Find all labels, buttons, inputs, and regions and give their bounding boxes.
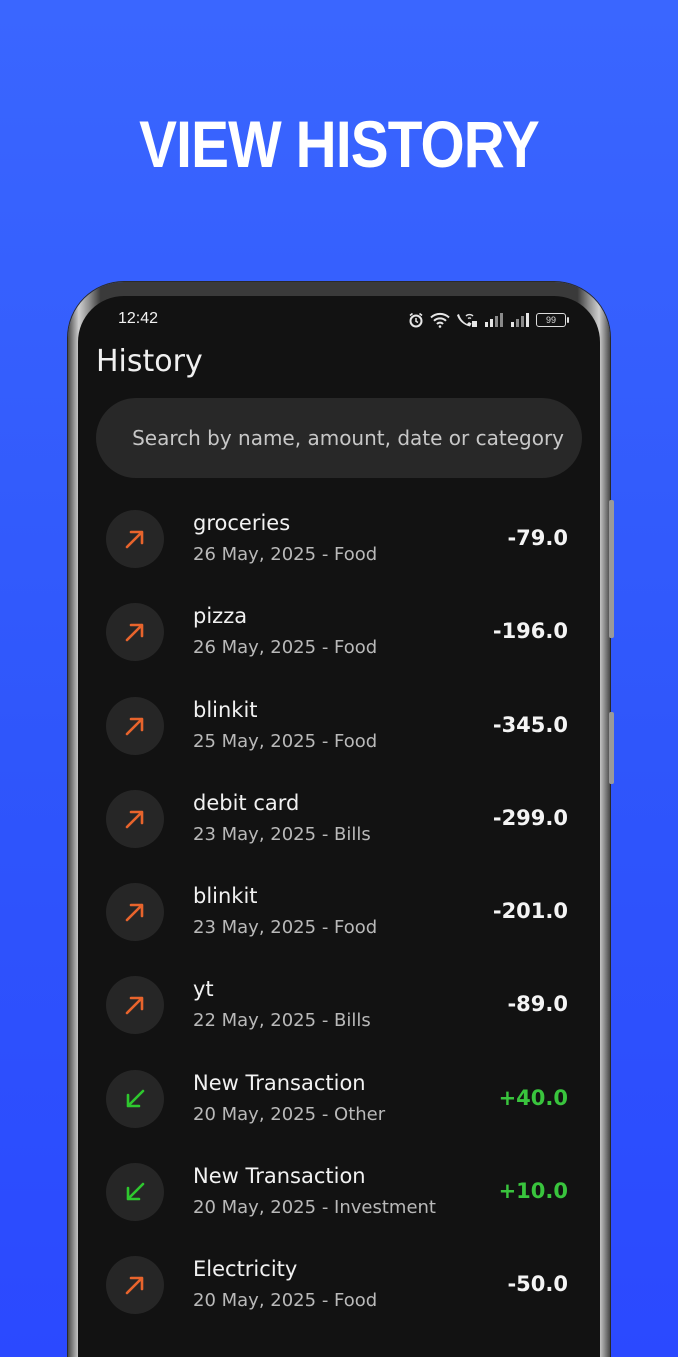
- promo-headline: VIEW HISTORY: [139, 107, 540, 181]
- transaction-amount: -196.0: [492, 619, 568, 644]
- transaction-amount: -89.0: [507, 992, 568, 1017]
- transaction-meta: 23 May, 2025 - Bills: [193, 823, 371, 845]
- arrow-up-right-icon: [106, 1256, 164, 1315]
- transaction-list: groceries 26 May, 2025 - Food -79.0 pizz…: [78, 494, 600, 1334]
- transaction-name: groceries: [193, 511, 291, 535]
- transaction-row[interactable]: Electricity 20 May, 2025 - Food -50.0: [78, 1240, 600, 1333]
- transaction-row[interactable]: blinkit 23 May, 2025 - Food -201.0: [78, 867, 600, 960]
- status-time: 12:42: [118, 310, 159, 327]
- alarm-icon: [408, 312, 424, 328]
- power-button: [609, 712, 614, 784]
- battery-icon: 99: [536, 313, 569, 327]
- status-icons: 99: [408, 312, 569, 328]
- arrow-up-right-icon: [106, 603, 164, 662]
- transaction-amount: -50.0: [507, 1272, 568, 1297]
- transaction-meta: 23 May, 2025 - Food: [193, 917, 378, 939]
- transaction-meta: 20 May, 2025 - Food: [193, 1290, 378, 1312]
- arrow-up-right-icon: [106, 696, 164, 755]
- arrow-up-right-icon: [106, 976, 164, 1035]
- transaction-name: blinkit: [193, 697, 258, 722]
- transaction-name: New Transaction: [193, 1070, 366, 1095]
- transaction-meta: 20 May, 2025 - Other: [193, 1103, 386, 1125]
- transaction-amount: -299.0: [492, 805, 568, 830]
- status-bar: 12:42 99: [78, 310, 600, 334]
- search-input[interactable]: [96, 398, 582, 478]
- transaction-row[interactable]: debit card 23 May, 2025 - Bills -299.0: [78, 774, 600, 867]
- transaction-amount: +10.0: [498, 1179, 568, 1204]
- transaction-name: debit card: [193, 790, 300, 815]
- transaction-row[interactable]: New Transaction 20 May, 2025 - Investmen…: [78, 1147, 600, 1240]
- page-title: History: [96, 344, 203, 379]
- transaction-row[interactable]: blinkit 25 May, 2025 - Food -345.0: [78, 681, 600, 774]
- transaction-row[interactable]: yt 22 May, 2025 - Bills -89.0: [78, 960, 600, 1053]
- arrow-up-right-icon: [106, 883, 164, 942]
- transaction-meta: 20 May, 2025 - Investment: [193, 1197, 436, 1219]
- volume-button: [609, 500, 614, 638]
- transaction-name: pizza: [193, 604, 248, 629]
- transaction-name: New Transaction: [193, 1164, 366, 1189]
- transaction-amount: -345.0: [492, 712, 568, 737]
- arrow-up-right-icon: [106, 789, 164, 848]
- signal-icon: [510, 313, 530, 327]
- transaction-row[interactable]: pizza 26 May, 2025 - Food -196.0: [78, 587, 600, 680]
- transaction-amount: +40.0: [498, 1085, 568, 1110]
- arrow-down-left-icon: [106, 1163, 164, 1222]
- phone-screen: 12:42 99 History groceries 26 May,: [78, 296, 600, 1357]
- transaction-row[interactable]: New Transaction 20 May, 2025 - Other +40…: [78, 1054, 600, 1147]
- search-bar[interactable]: [96, 398, 582, 478]
- transaction-name: blinkit: [193, 884, 258, 909]
- arrow-down-left-icon: [106, 1069, 164, 1128]
- wifi-call-icon: [456, 312, 478, 328]
- signal-icon: [484, 313, 504, 327]
- transaction-name: yt: [193, 977, 214, 1002]
- transaction-meta: 22 May, 2025 - Bills: [193, 1010, 371, 1032]
- transaction-row[interactable]: groceries 26 May, 2025 - Food -79.0: [78, 494, 600, 587]
- transaction-name: Electricity: [193, 1257, 298, 1282]
- transaction-amount: -79.0: [507, 526, 568, 550]
- transaction-meta: 25 May, 2025 - Food: [193, 730, 378, 752]
- transaction-meta: 26 May, 2025 - Food: [193, 544, 378, 565]
- arrow-up-right-icon: [106, 510, 164, 568]
- wifi-icon: [430, 312, 450, 328]
- transaction-meta: 26 May, 2025 - Food: [193, 637, 378, 659]
- transaction-amount: -201.0: [492, 899, 568, 924]
